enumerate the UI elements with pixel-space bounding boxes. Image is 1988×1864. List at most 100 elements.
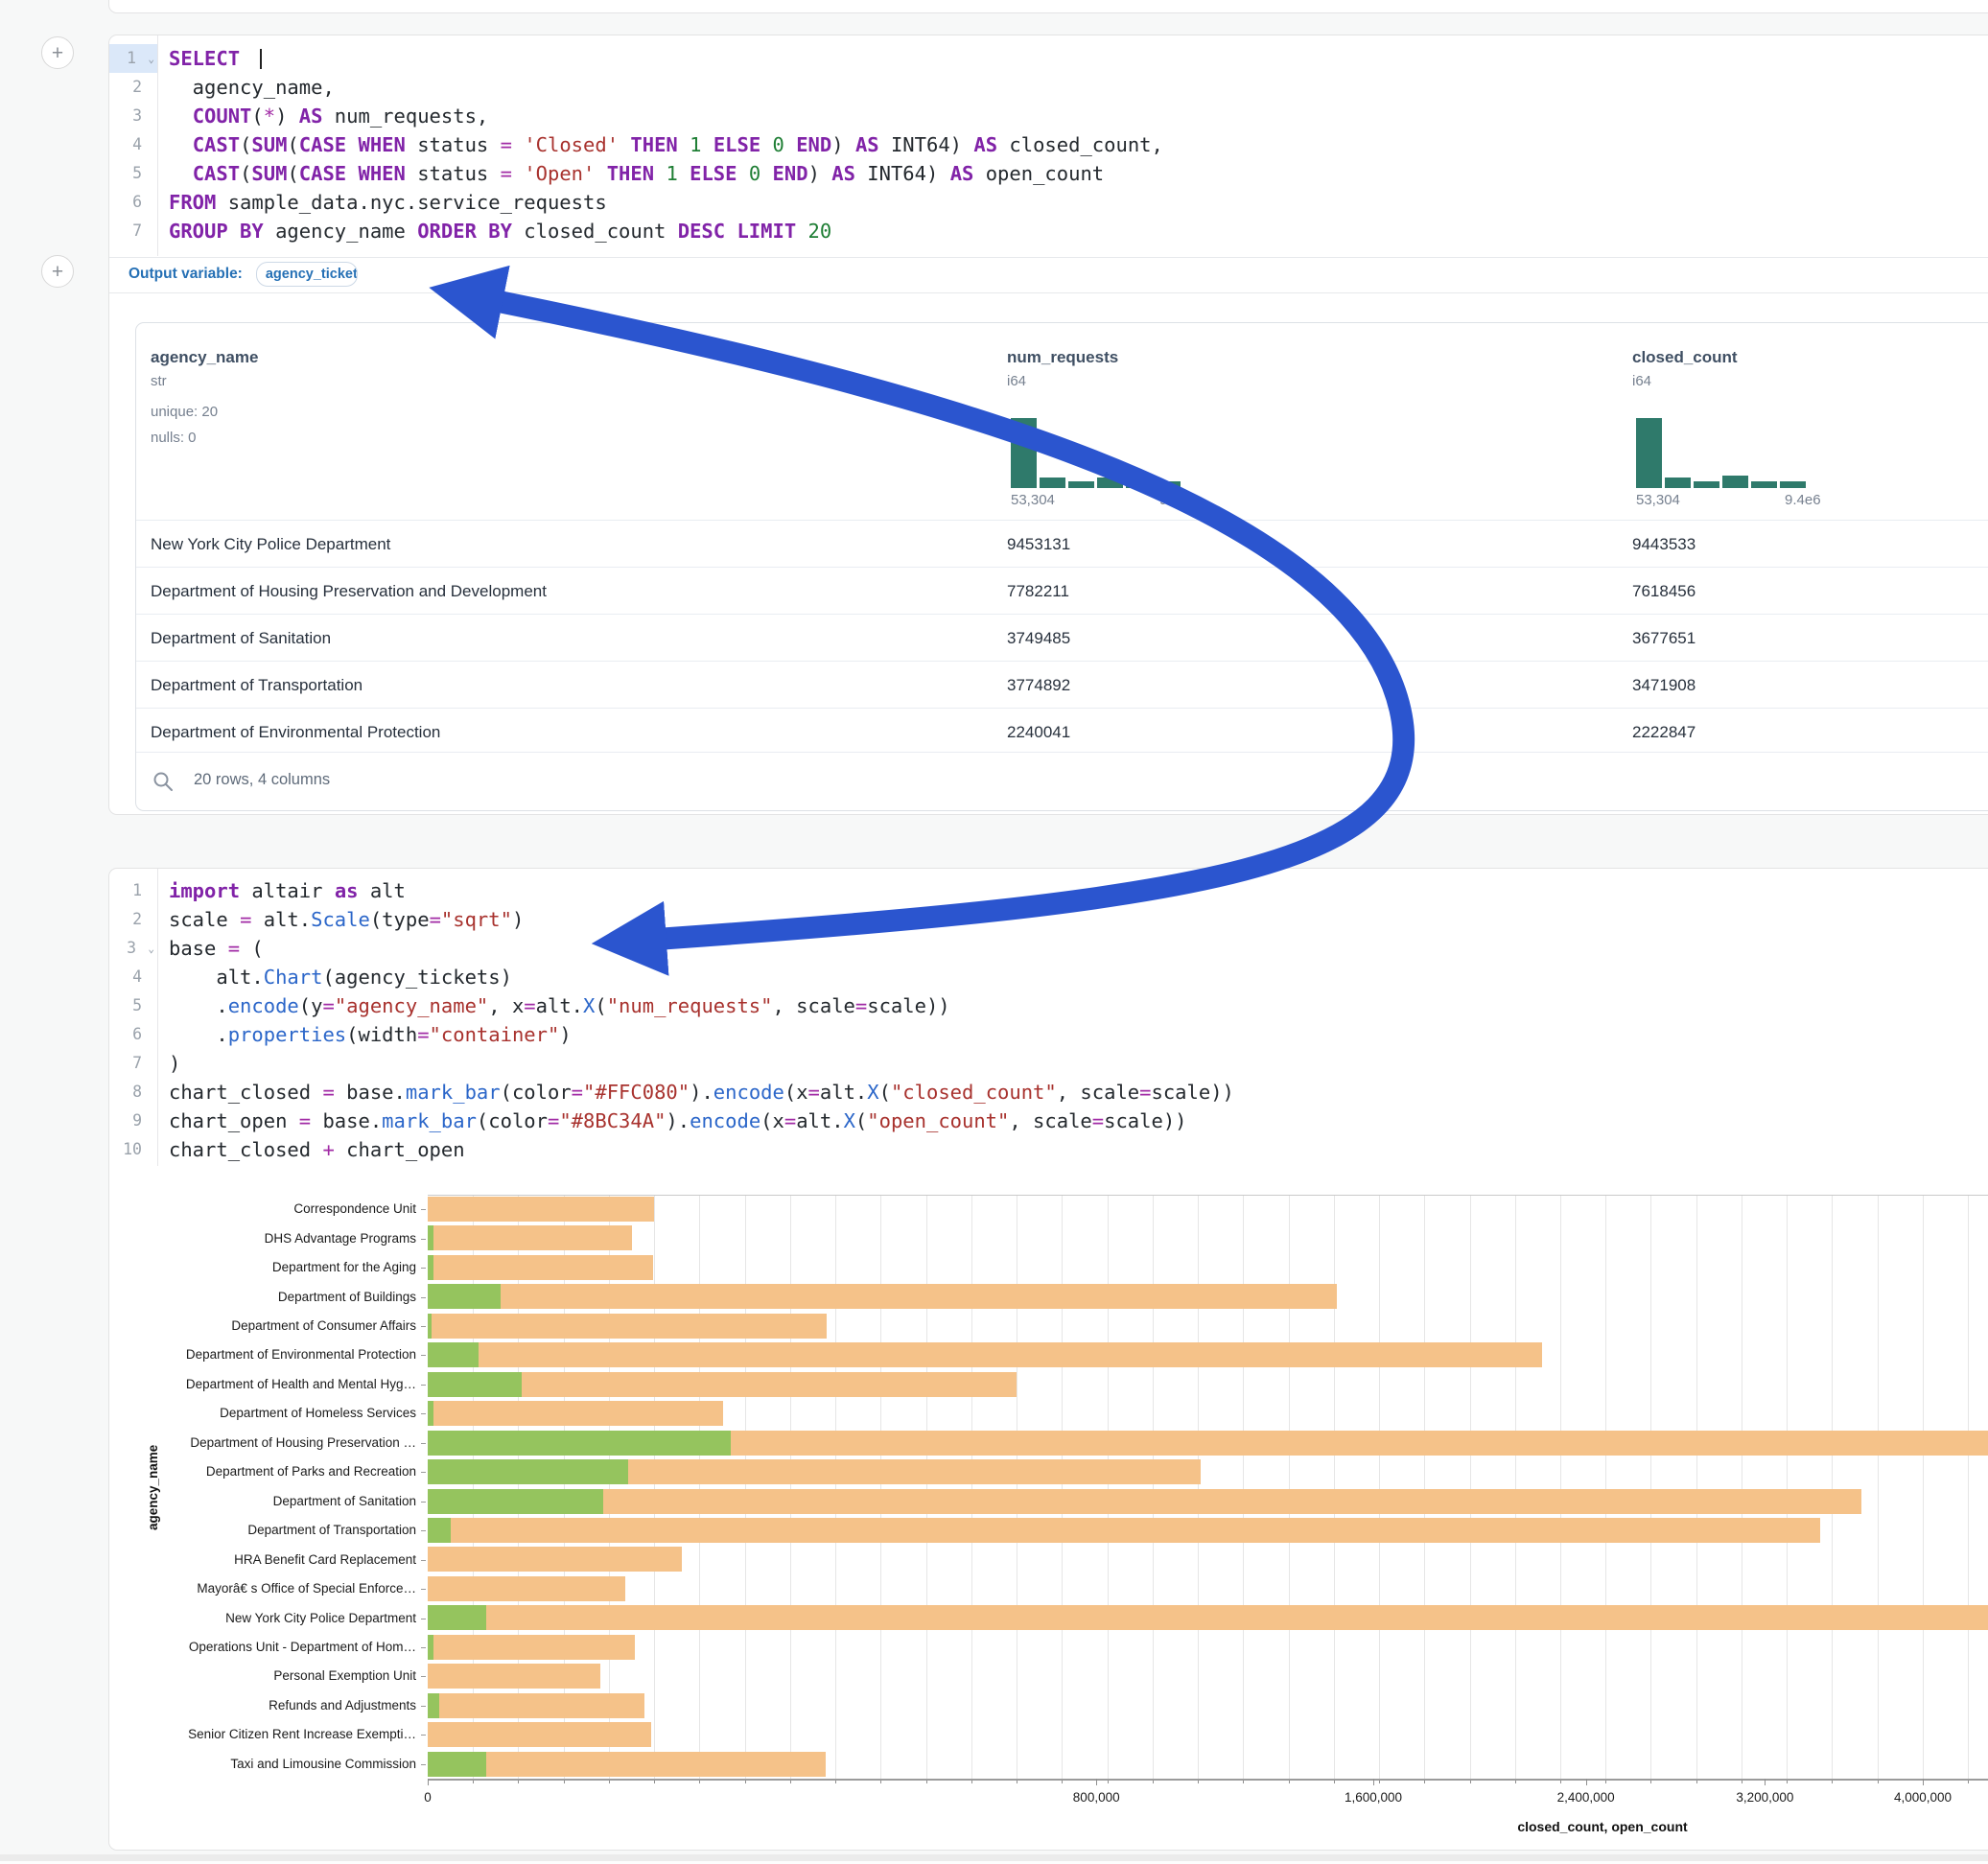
code-text: .properties(width="container") [169,1020,572,1049]
line-number: 4 [109,963,157,991]
add-cell-button-top[interactable]: + [41,36,74,69]
open-count-bar [428,1342,479,1367]
y-axis-label: Refunds and Adjustments [0,1698,416,1713]
code-line[interactable]: 9chart_open = base.mark_bar(color="#8BC3… [109,1107,1988,1135]
code-text: alt.Chart(agency_tickets) [169,963,512,991]
line-number: 2 [109,905,157,934]
x-axis-line [428,1779,1988,1781]
closed-count-bar [428,1605,1988,1630]
line-number: 10 [109,1135,157,1164]
column-type: str [151,373,167,389]
x-axis-tick-label: 0 [370,1790,485,1805]
code-line[interactable]: 8chart_closed = base.mark_bar(color="#FF… [109,1078,1988,1107]
y-axis-label: HRA Benefit Card Replacement [0,1552,416,1568]
code-line[interactable]: 6 .properties(width="container") [109,1020,1988,1049]
line-number: 3 [109,102,157,130]
closed-count-bar [428,1314,827,1339]
gridline [1243,1195,1244,1779]
table-cell: Department of Transportation [151,662,363,709]
gridline [790,1195,791,1779]
code-line[interactable]: 6FROM sample_data.nyc.service_requests [109,188,1988,217]
gridline [1289,1195,1290,1779]
y-axis-label: Department for the Aging [0,1260,416,1275]
closed-count-bar [428,1255,653,1280]
collapse-chevron-icon[interactable]: ⌄ [148,45,154,74]
code-line[interactable]: 10 chart_closed + chart_open [109,1135,1988,1164]
y-axis-tick [421,1530,426,1531]
add-cell-button-middle[interactable]: + [41,255,74,288]
code-line[interactable]: 4 CAST(SUM(CASE WHEN status = 'Closed' T… [109,130,1988,159]
line-number: 8 [109,1078,157,1107]
sql-code-editor[interactable]: 1⌄SELECT 2 agency_name,3 COUNT(*) AS num… [109,44,1988,245]
open-count-bar [428,1255,433,1280]
x-axis-tick-label: 4,000,000 [1865,1790,1980,1805]
column-name[interactable]: closed_count [1632,348,1738,367]
code-text: CAST(SUM(CASE WHEN status = 'Open' THEN … [169,159,1104,188]
open-count-bar [428,1314,432,1339]
search-icon[interactable] [152,771,174,792]
column-type: i64 [1007,373,1026,389]
y-axis-label: Department of Buildings [0,1290,416,1305]
histogram-max-label: 9.4e6 [1785,492,1821,508]
closed-count-bar [428,1547,682,1572]
gutter-separator [157,35,158,256]
line-number: 9 [109,1107,157,1135]
table-row: New York City Police Department945313194… [136,520,1988,568]
collapse-chevron-icon[interactable]: ⌄ [148,935,154,964]
histogram-bar [1097,478,1123,488]
x-axis-tick-label: 2,400,000 [1529,1790,1644,1805]
gridline [1334,1195,1335,1779]
column-type: i64 [1632,373,1651,389]
gutter-separator [157,869,158,1166]
histogram-bar [1694,481,1719,488]
output-variable-pill[interactable]: agency_tickets [256,262,358,287]
table-row: Department of Housing Preservation and D… [136,567,1988,615]
y-axis-tick [421,1297,426,1298]
table-cell: 3471908 [1632,662,1696,709]
gridline [1424,1195,1425,1779]
code-text: scale = alt.Scale(type="sqrt") [169,905,524,934]
x-axis-tick [1923,1779,1924,1785]
code-line[interactable]: 4 alt.Chart(agency_tickets) [109,963,1988,991]
code-line[interactable]: 7GROUP BY agency_name ORDER BY closed_co… [109,217,1988,245]
code-line[interactable]: 5 .encode(y="agency_name", x=alt.X("num_… [109,991,1988,1020]
x-axis-tick-label: 800,000 [1039,1790,1154,1805]
python-code-editor[interactable]: 1import altair as alt2 scale = alt.Scale(… [109,876,1988,1164]
y-axis-tick [421,1443,426,1444]
table-cell: Department of Housing Preservation and D… [151,568,547,615]
y-axis-tick [421,1209,426,1210]
code-text: COUNT(*) AS num_requests, [169,102,488,130]
code-line[interactable]: 1import altair as alt [109,876,1988,905]
open-count-bar [428,1518,451,1543]
closed-count-bar [428,1722,651,1747]
y-axis-tick [421,1268,426,1269]
code-line[interactable]: 1⌄SELECT [109,44,1988,73]
histogram-bar [1155,481,1181,488]
histogram-bar [1126,481,1152,488]
closed-count-bar [428,1635,635,1660]
code-line[interactable]: 3 COUNT(*) AS num_requests, [109,102,1988,130]
output-variable-row: Output variable:agency_tickets [129,257,358,291]
code-text: GROUP BY agency_name ORDER BY closed_cou… [169,217,831,245]
x-axis-tick [1373,1779,1374,1785]
code-line[interactable]: 5 CAST(SUM(CASE WHEN status = 'Open' THE… [109,159,1988,188]
line-number: 6 [109,1020,157,1049]
previous-cell-edge [108,0,1988,13]
x-axis-tick-label: 1,600,000 [1316,1790,1431,1805]
y-axis-title: agency_name [146,1444,160,1529]
table-cell: Department of Environmental Protection [151,709,440,756]
closed-count-bar [428,1489,1861,1514]
code-line[interactable]: 2 scale = alt.Scale(type="sqrt") [109,905,1988,934]
gridline [1062,1195,1063,1779]
code-text: chart_closed + chart_open [169,1135,465,1164]
table-cell: 7782211 [1007,568,1069,615]
column-name[interactable]: agency_name [151,348,258,367]
code-text: import altair as alt [169,876,406,905]
gridline [971,1195,972,1779]
code-line[interactable]: 3⌄base = ( [109,934,1988,963]
table-cell: 2222847 [1632,709,1696,756]
code-line[interactable]: 2 agency_name, [109,73,1988,102]
column-name[interactable]: num_requests [1007,348,1118,367]
code-line[interactable]: 7) [109,1049,1988,1078]
y-axis-label: Operations Unit - Department of Hom… [0,1640,416,1655]
